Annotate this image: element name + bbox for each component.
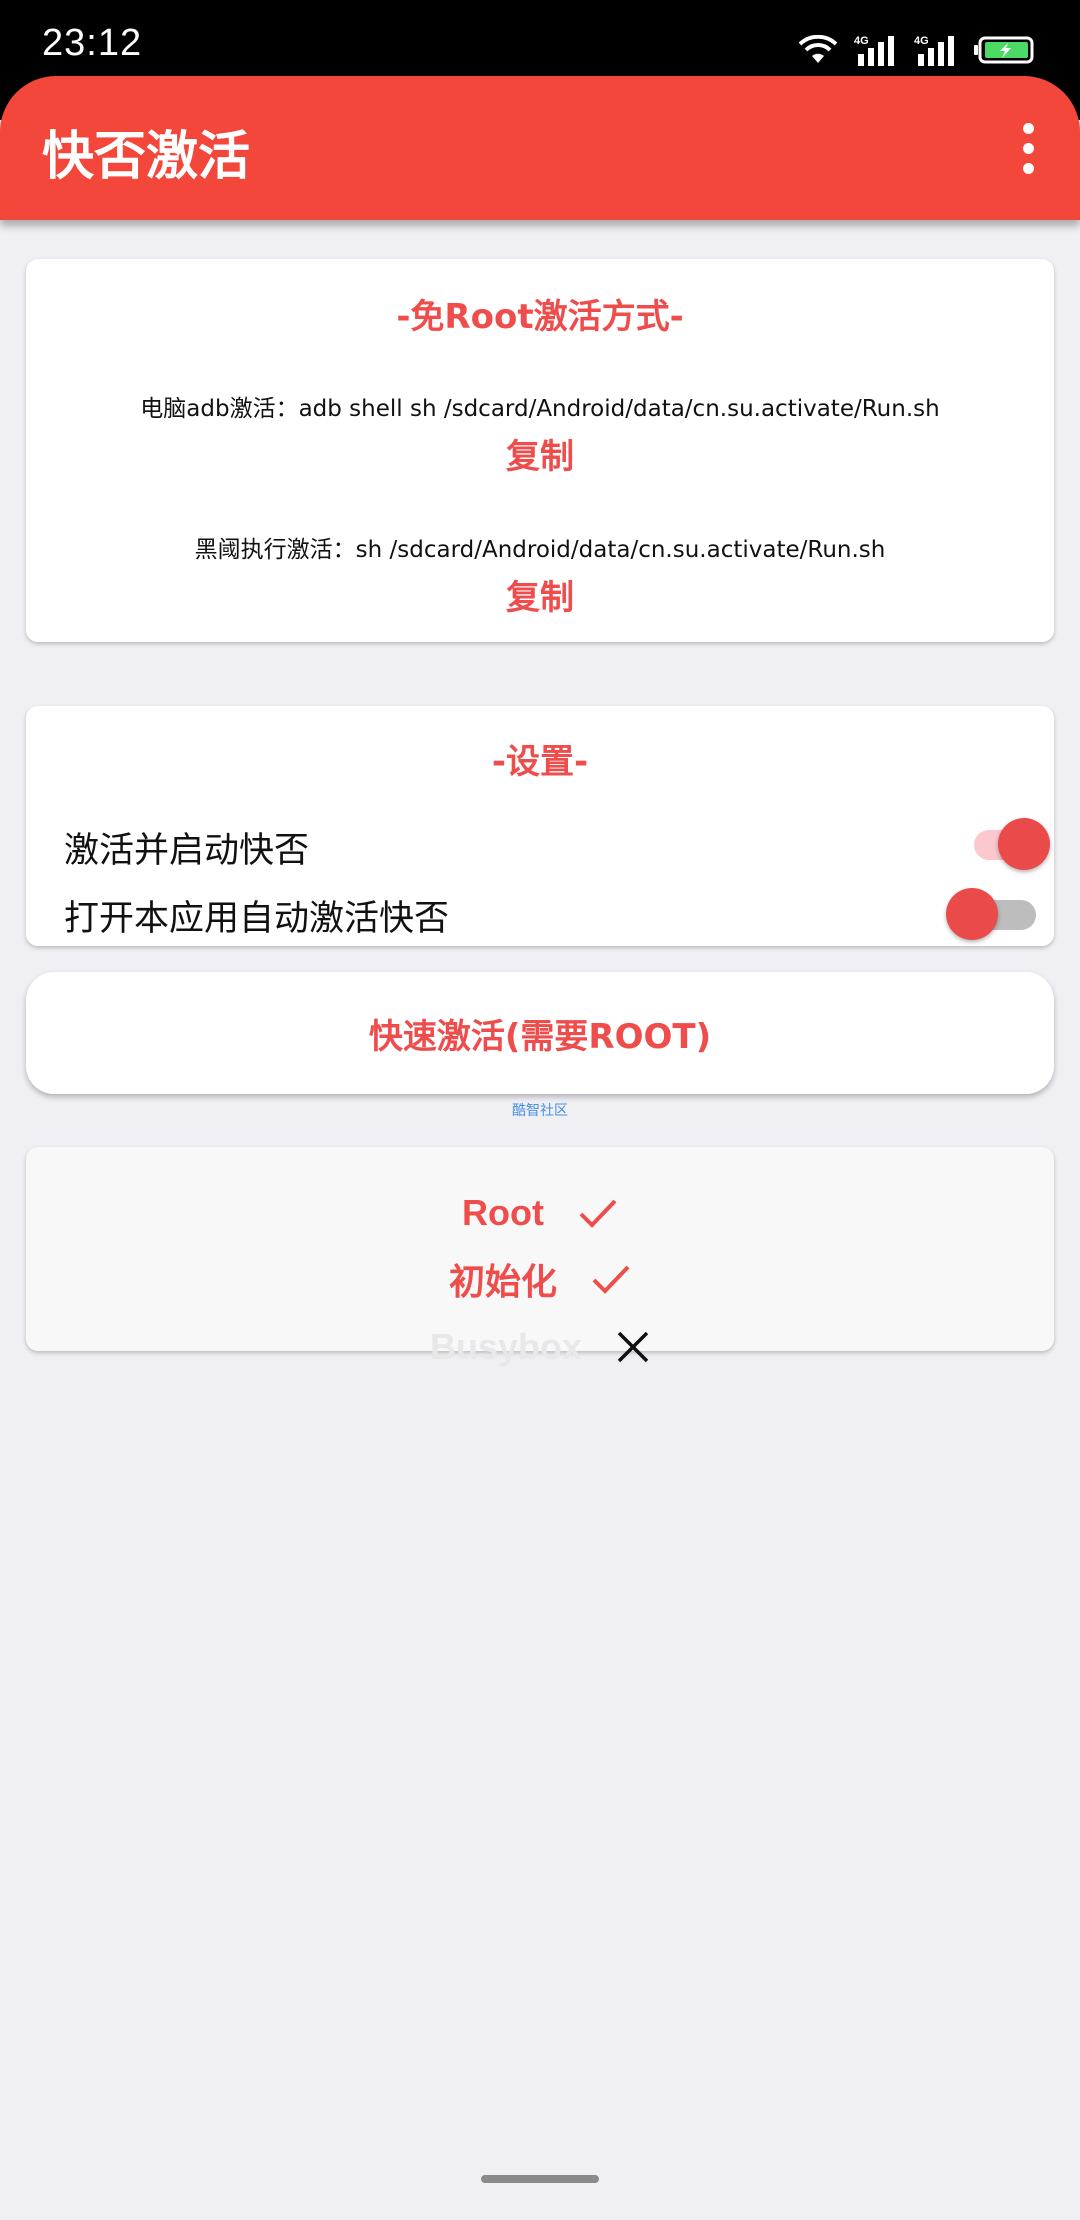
setting-auto-activate: 打开本应用自动激活快否 xyxy=(26,878,1054,948)
copy-bhy-button[interactable]: 复制 xyxy=(506,570,574,619)
setting-activate-start: 激活并启动快否 xyxy=(26,810,1054,880)
settings-title: -设置- xyxy=(491,742,589,782)
wifi-icon xyxy=(798,35,838,63)
checkmark-icon xyxy=(579,1199,617,1228)
check-label-root: Root xyxy=(462,1192,544,1233)
network-type-1: 4G xyxy=(854,35,869,47)
more-options-icon[interactable] xyxy=(998,110,1058,186)
no-root-card: -免Root激活方式- 电脑adb激活：adb shell sh /sdcard… xyxy=(26,259,1054,642)
check-row-busybox: Busybox xyxy=(26,1317,1054,1377)
check-label-busybox: Busybox xyxy=(429,1326,583,1367)
network-type-2: 4G xyxy=(914,35,929,47)
home-indicator[interactable] xyxy=(481,2175,599,2183)
quick-activate-button[interactable]: 快速激活(需要ROOT) xyxy=(26,972,1054,1094)
check-row-init: 初始化 xyxy=(26,1249,1054,1309)
signal-icon: 4G xyxy=(854,35,894,66)
no-root-title: -免Root激活方式- xyxy=(396,297,684,337)
cross-icon xyxy=(617,1331,649,1363)
toggle-auto-activate[interactable] xyxy=(946,886,1036,942)
settings-card: -设置- 激活并启动快否 打开本应用自动激活快否 xyxy=(26,706,1054,946)
setting-label-activate-start: 激活并启动快否 xyxy=(64,831,310,871)
status-check-card: Root 初始化 Busybox xyxy=(26,1147,1054,1367)
copy-adb-button[interactable]: 复制 xyxy=(506,429,574,478)
signal-icon-2: 4G xyxy=(914,35,954,66)
check-row-root: Root xyxy=(26,1183,1054,1243)
battery-icon xyxy=(974,36,1034,64)
status-icons: 4G 4G xyxy=(798,30,1034,70)
checkmark-icon xyxy=(592,1265,630,1294)
setting-label-auto-activate: 打开本应用自动激活快否 xyxy=(64,899,450,939)
status-time: 23:12 xyxy=(42,22,143,64)
bhy-command-text: 黑阈执行激活：sh /sdcard/Android/data/cn.su.act… xyxy=(194,537,886,563)
check-label-init: 初始化 xyxy=(448,1262,557,1303)
toggle-activate-start[interactable] xyxy=(960,816,1050,872)
adb-command-text: 电脑adb激活：adb shell sh /sdcard/Android/dat… xyxy=(140,396,940,422)
app-title: 快否激活 xyxy=(42,127,251,187)
app-bar: 快否激活 xyxy=(0,76,1080,220)
community-link[interactable]: 酷智社区 xyxy=(0,1100,1080,1120)
